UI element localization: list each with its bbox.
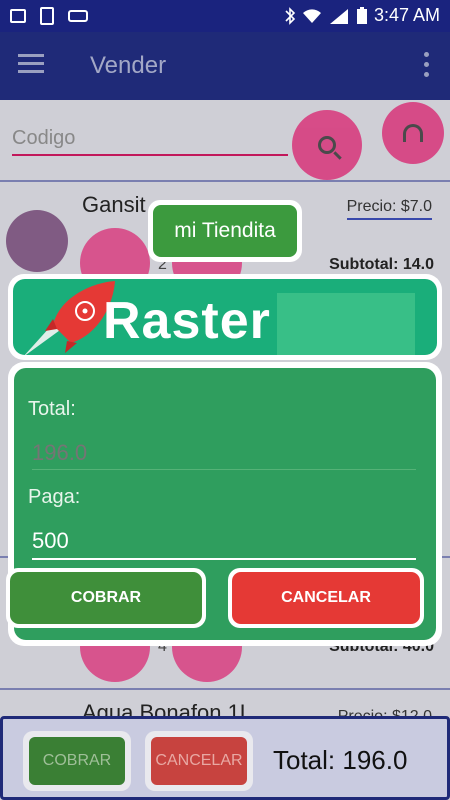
menu-icon[interactable] xyxy=(18,54,44,74)
dialog-cobrar-label: COBRAR xyxy=(10,572,202,624)
battery-icon xyxy=(356,6,367,24)
store-name: mi Tiendita xyxy=(153,205,297,257)
brand-name: Raster xyxy=(103,292,271,350)
store-name-badge: mi Tiendita xyxy=(148,200,302,262)
headset-icon xyxy=(403,124,423,142)
total-amount: Total: 196.0 xyxy=(273,745,408,775)
product-thumbnail xyxy=(6,210,68,272)
support-button[interactable] xyxy=(382,102,444,164)
cobrar-button[interactable]: COBRAR xyxy=(23,731,131,791)
page-title: Vender xyxy=(90,52,167,79)
bluetooth-icon xyxy=(285,6,296,25)
dialog-cobrar-button[interactable]: COBRAR xyxy=(6,568,206,628)
cancelar-label: CANCELAR xyxy=(151,737,247,785)
bottom-bar: COBRAR CANCELAR Total: 196.0 xyxy=(0,716,450,800)
brand-banner: Raster xyxy=(8,274,442,360)
total-label: Total: xyxy=(28,398,76,420)
signal-icon xyxy=(329,8,348,24)
cancelar-button[interactable]: CANCELAR xyxy=(145,731,253,791)
divider xyxy=(0,688,450,690)
status-bar: 3:47 AM xyxy=(0,0,450,32)
search-button[interactable] xyxy=(292,110,362,180)
voicemail-icon xyxy=(68,10,88,22)
divider xyxy=(0,180,450,182)
image-notification-icon xyxy=(10,9,26,23)
overflow-menu-icon[interactable] xyxy=(424,52,430,82)
phone-notification-icon xyxy=(40,7,54,25)
search-icon xyxy=(318,136,336,154)
status-time: 3:47 AM xyxy=(373,5,440,25)
dialog-cancelar-button[interactable]: CANCELAR xyxy=(228,568,424,628)
cobrar-label: COBRAR xyxy=(29,737,125,785)
item-subtotal: Subtotal: 14.0 xyxy=(329,256,434,273)
paga-label: Paga: xyxy=(28,486,81,508)
wifi-icon xyxy=(302,8,321,23)
item-price: Precio: $7.0 xyxy=(346,198,432,220)
item-name: Gansit xyxy=(82,192,146,217)
search-input[interactable] xyxy=(12,122,288,156)
total-field xyxy=(32,436,416,470)
paga-field[interactable] xyxy=(32,524,416,560)
dialog-cancelar-label: CANCELAR xyxy=(232,572,420,624)
brand-logo-box xyxy=(277,293,415,355)
payment-dialog: Total: Paga: COBRAR CANCELAR xyxy=(6,362,442,646)
app-bar: Vender xyxy=(0,32,450,100)
